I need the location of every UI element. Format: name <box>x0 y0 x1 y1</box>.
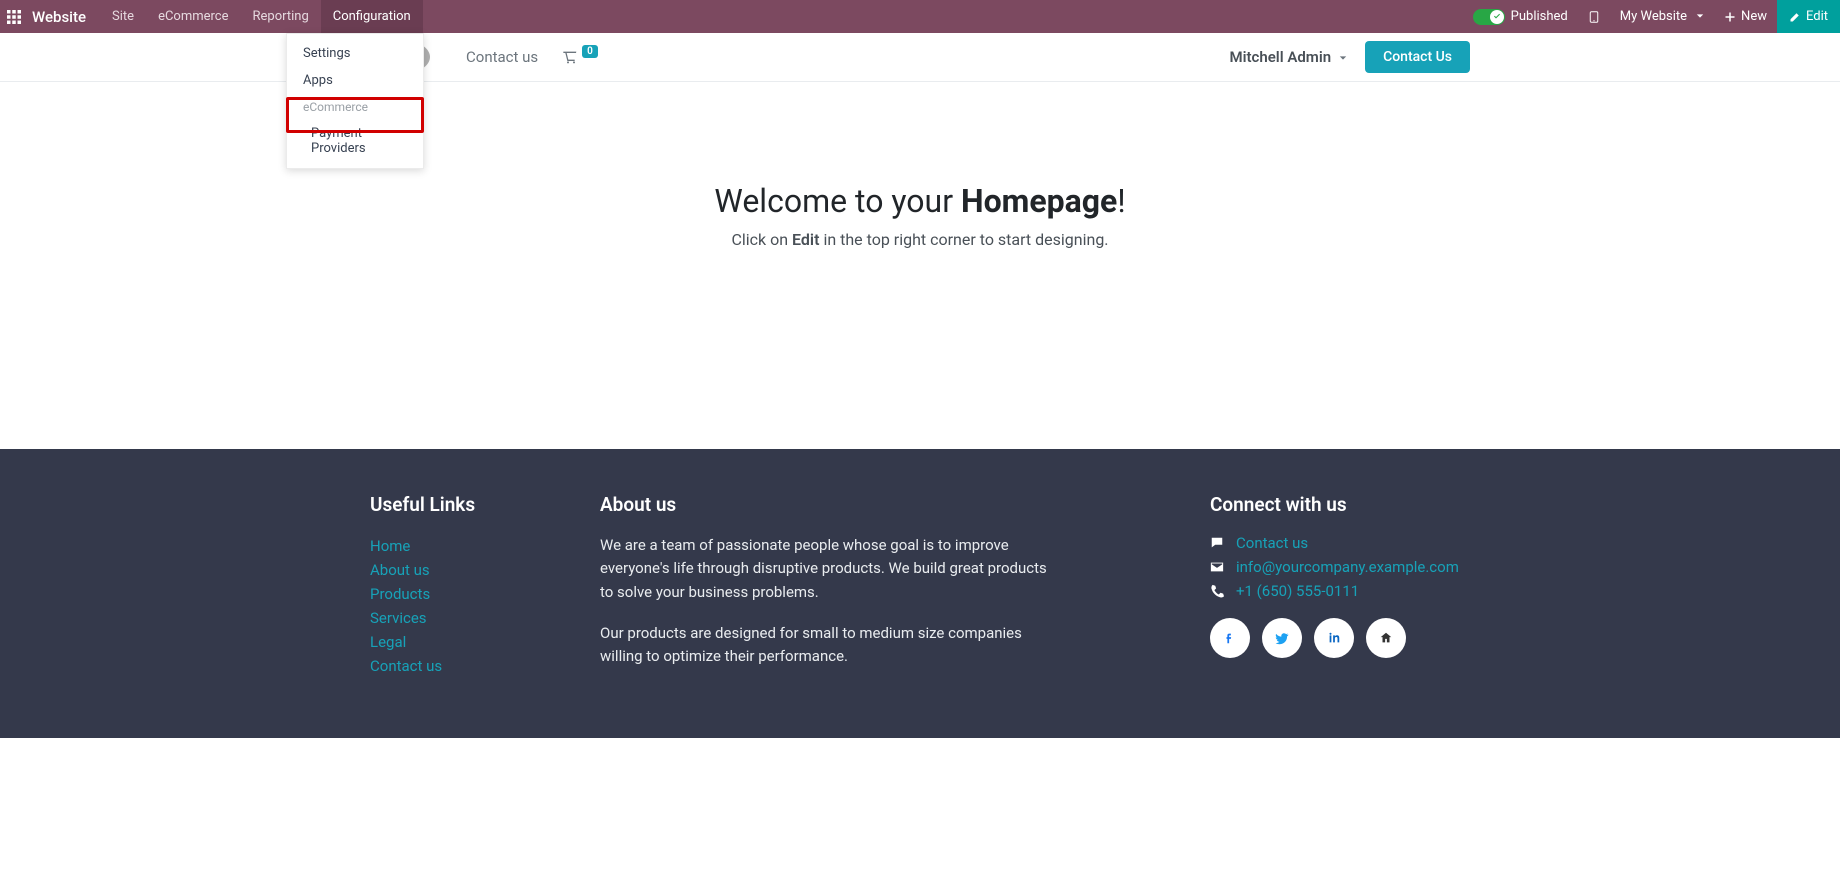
top-menubar: Website Site eCommerce Reporting Configu… <box>0 0 1840 33</box>
phone-icon <box>1210 584 1224 598</box>
twitter-icon <box>1275 631 1289 645</box>
linkedin-icon <box>1327 631 1341 645</box>
hero-title: Welcome to your Homepage! <box>20 182 1820 220</box>
publish-toggle[interactable]: Published <box>1463 9 1578 25</box>
contact-us-button[interactable]: Contact Us <box>1365 41 1470 73</box>
social-linkedin[interactable] <box>1314 618 1354 658</box>
app-brand[interactable]: Website <box>28 0 100 33</box>
hero-sub-prefix: Click on <box>731 230 792 249</box>
nav-contact-us[interactable]: Contact us <box>454 48 550 66</box>
mobile-icon <box>1588 11 1600 23</box>
connect-contact-row: Contact us <box>1210 534 1470 552</box>
useful-links-title: Useful Links <box>370 493 540 516</box>
my-website-label: My Website <box>1620 9 1687 24</box>
facebook-icon <box>1223 631 1237 645</box>
social-twitter[interactable] <box>1262 618 1302 658</box>
hero-title-suffix: ! <box>1117 182 1125 220</box>
my-website-dropdown[interactable]: My Website <box>1610 0 1714 33</box>
cart-count-badge: 0 <box>582 45 598 58</box>
website-header: YourL Contact us 0 Mitchell Admin Contac… <box>0 33 1840 82</box>
chevron-down-icon <box>1696 9 1704 24</box>
dropdown-apps[interactable]: Apps <box>287 67 423 94</box>
footer-about: About us We are a team of passionate peo… <box>600 493 1050 686</box>
footer-link-home[interactable]: Home <box>370 534 540 558</box>
pencil-icon <box>1789 11 1801 23</box>
menu-site[interactable]: Site <box>100 0 146 33</box>
connect-email-row: info@yourcompany.example.com <box>1210 558 1470 576</box>
user-name: Mitchell Admin <box>1229 48 1331 66</box>
new-label: New <box>1741 9 1767 24</box>
social-home[interactable] <box>1366 618 1406 658</box>
about-paragraph-2: Our products are designed for small to m… <box>600 622 1050 669</box>
edit-label: Edit <box>1806 9 1828 24</box>
toggle-switch[interactable] <box>1473 9 1505 25</box>
connect-title: Connect with us <box>1210 493 1470 516</box>
chat-icon <box>1210 536 1224 550</box>
footer: Useful Links Home About us Products Serv… <box>0 449 1840 738</box>
publish-label: Published <box>1511 9 1568 24</box>
footer-link-legal[interactable]: Legal <box>370 630 540 654</box>
hero-title-bold: Homepage <box>961 182 1117 220</box>
footer-link-products[interactable]: Products <box>370 582 540 606</box>
footer-link-services[interactable]: Services <box>370 606 540 630</box>
mobile-preview-button[interactable] <box>1578 0 1610 33</box>
user-menu[interactable]: Mitchell Admin <box>1229 48 1347 66</box>
chevron-down-icon <box>1339 48 1347 66</box>
hero-section: Welcome to your Homepage! Click on Edit … <box>0 82 1840 449</box>
footer-useful-links: Useful Links Home About us Products Serv… <box>370 493 540 686</box>
footer-connect: Connect with us Contact us info@yourcomp… <box>1210 493 1470 686</box>
about-paragraph-1: We are a team of passionate people whose… <box>600 534 1050 604</box>
dropdown-settings[interactable]: Settings <box>287 40 423 67</box>
toggle-knob <box>1490 10 1504 24</box>
about-title: About us <box>600 493 1050 516</box>
social-facebook[interactable] <box>1210 618 1250 658</box>
envelope-icon <box>1210 560 1224 574</box>
menubar-right: Published My Website New Edit <box>1463 0 1840 33</box>
dropdown-payment-providers[interactable]: Payment Providers <box>287 120 423 162</box>
social-icons-row <box>1210 618 1470 658</box>
connect-contact-link[interactable]: Contact us <box>1236 534 1308 552</box>
hero-subtitle: Click on Edit in the top right corner to… <box>20 230 1820 249</box>
footer-link-about[interactable]: About us <box>370 558 540 582</box>
edit-button[interactable]: Edit <box>1777 0 1840 33</box>
apps-launcher-button[interactable] <box>0 0 28 33</box>
menu-configuration[interactable]: Configuration <box>321 0 423 33</box>
plus-icon <box>1724 11 1736 23</box>
hero-sub-suffix: in the top right corner to start designi… <box>819 230 1108 249</box>
cart-button[interactable]: 0 <box>550 49 610 65</box>
configuration-dropdown: Settings Apps eCommerce Payment Provider… <box>286 33 424 169</box>
hero-title-prefix: Welcome to your <box>714 182 961 220</box>
connect-email-link[interactable]: info@yourcompany.example.com <box>1236 558 1459 576</box>
cart-icon <box>562 49 578 65</box>
connect-phone-row: +1 (650) 555-0111 <box>1210 582 1470 600</box>
new-button[interactable]: New <box>1714 0 1777 33</box>
dropdown-group-ecommerce: eCommerce <box>287 94 423 120</box>
hero-sub-bold: Edit <box>792 230 819 249</box>
menu-ecommerce[interactable]: eCommerce <box>146 0 240 33</box>
menubar-left: Website Site eCommerce Reporting Configu… <box>0 0 423 33</box>
menu-reporting[interactable]: Reporting <box>241 0 321 33</box>
connect-phone-link[interactable]: +1 (650) 555-0111 <box>1236 582 1359 600</box>
home-icon <box>1379 631 1393 645</box>
footer-link-contact[interactable]: Contact us <box>370 654 540 678</box>
